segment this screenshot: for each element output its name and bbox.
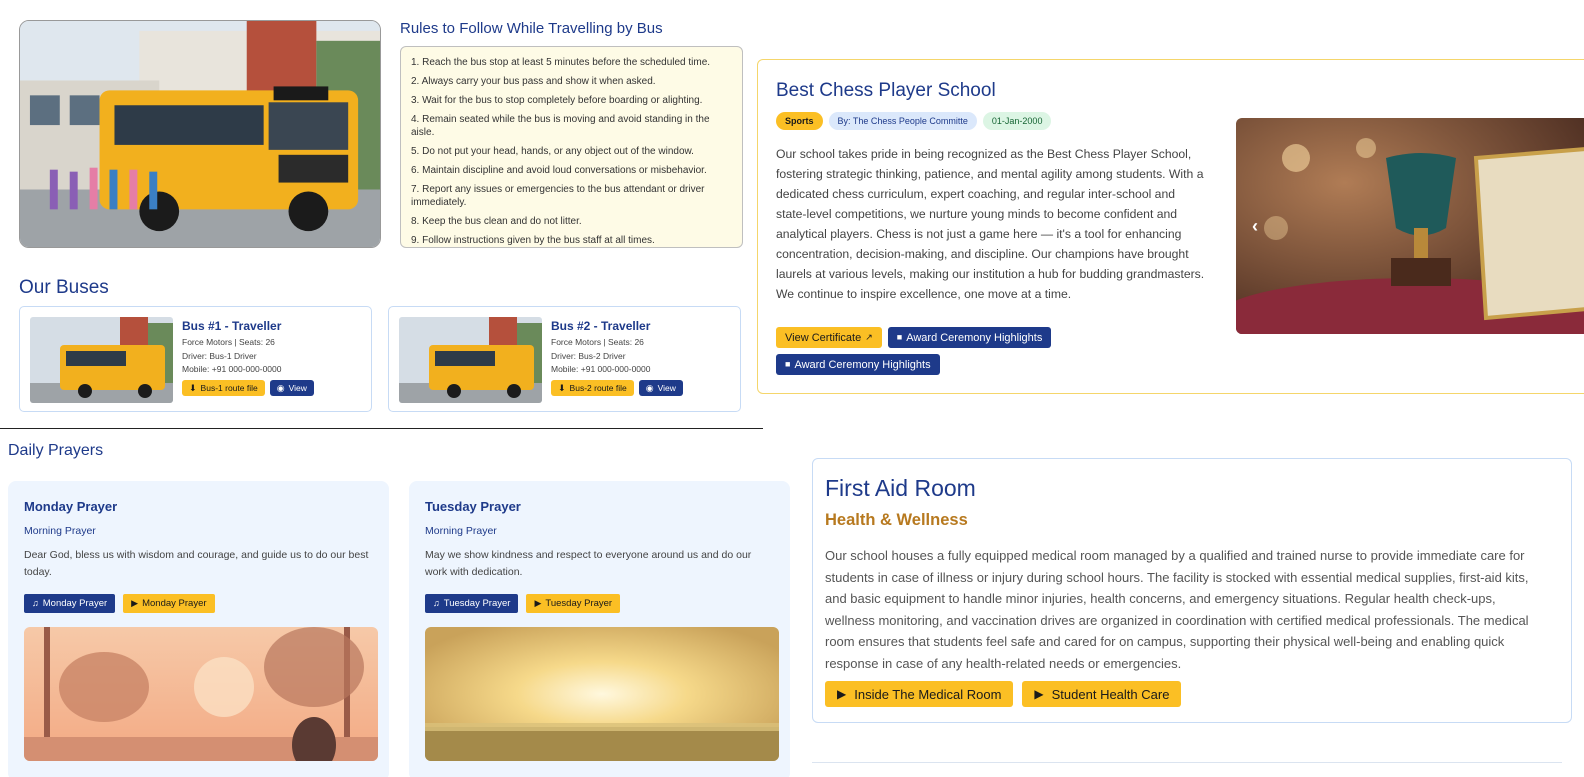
music-note-icon: ♫ — [32, 598, 39, 608]
prayer-audio-button[interactable]: ♫ Tuesday Prayer — [425, 594, 519, 613]
carousel-prev-icon[interactable]: ‹ — [1252, 216, 1258, 237]
first-aid-title: First Aid Room — [825, 475, 976, 501]
prayer-video-button[interactable]: ▶ Monday Prayer — [123, 594, 215, 613]
prayers-title: Daily Prayers — [8, 442, 104, 459]
video-camera-icon: ■ — [785, 359, 791, 369]
trophy-carousel[interactable]: ‹ — [1236, 118, 1584, 334]
prayer-audio-label: Tuesday Prayer — [443, 598, 511, 609]
rules-box: 1. Reach the bus stop at least 5 minutes… — [400, 46, 743, 248]
music-note-icon: ♫ — [433, 598, 440, 608]
category-badge: Sports — [776, 112, 823, 130]
medical-room-video-button[interactable]: ▶ Inside The Medical Room — [825, 681, 1014, 707]
view-certificate-label: View Certificate — [785, 331, 862, 344]
prayer-video-label: Tuesday Prayer — [545, 598, 613, 609]
download-icon: ⬇ — [558, 382, 566, 393]
view-label: View — [288, 383, 307, 393]
bus-mobile: Mobile: +91 000-000-0000 — [182, 364, 282, 374]
chess-description: Our school takes pride in being recogniz… — [776, 147, 1205, 301]
rule-item: 3. Wait for the bus to stop completely b… — [411, 95, 703, 106]
prayer-card-monday: Monday Prayer Morning Prayer Dear God, b… — [8, 481, 389, 777]
bus-name: Bus #2 - Traveller — [551, 319, 651, 333]
bus-driver: Driver: Bus-1 Driver — [182, 351, 257, 361]
prayer-title: Tuesday Prayer — [425, 499, 521, 514]
first-aid-subtitle: Health & Wellness — [825, 511, 968, 529]
video-camera-icon: ■ — [896, 332, 903, 342]
health-care-label: Student Health Care — [1051, 686, 1170, 702]
prayer-video-button[interactable]: ▶ Tuesday Prayer — [526, 594, 621, 613]
route-file-label: Bus-2 route file — [569, 383, 627, 393]
view-button[interactable]: ◉ View — [638, 380, 683, 396]
bus-thumbnail — [30, 317, 173, 403]
view-button[interactable]: ◉ View — [269, 380, 314, 396]
bus-driver: Driver: Bus-2 Driver — [551, 351, 626, 361]
chess-title: Best Chess Player School — [776, 80, 996, 101]
prayer-audio-label: Monday Prayer — [42, 598, 108, 609]
play-icon: ▶ — [1034, 687, 1044, 701]
rule-item: 2. Always carry your bus pass and show i… — [411, 76, 656, 87]
bottom-divider — [812, 762, 1562, 763]
download-icon: ⬇ — [189, 382, 197, 393]
section-divider — [0, 428, 763, 429]
route-file-label: Bus-1 route file — [200, 383, 258, 393]
school-bus-image — [19, 20, 381, 248]
play-icon: ▶ — [534, 598, 542, 608]
first-aid-description: Our school houses a fully equipped medic… — [825, 548, 1529, 671]
award-video-button-1[interactable]: ■ Award Ceremony Highlights — [887, 327, 1052, 348]
rule-item: 1. Reach the bus stop at least 5 minutes… — [411, 57, 711, 68]
external-link-icon: ↗ — [865, 332, 873, 342]
bus-info: Force Motors | Seats: 26 — [551, 337, 644, 347]
award-video-label: Award Ceremony Highlights — [906, 331, 1043, 344]
award-video-label: Award Ceremony Highlights — [794, 358, 931, 371]
award-video-button-2[interactable]: ■ Award Ceremony Highlights — [776, 354, 940, 375]
prayer-image — [24, 627, 378, 761]
bus-name: Bus #1 - Traveller — [182, 319, 282, 333]
rules-title: Rules to Follow While Travelling by Bus — [400, 20, 663, 37]
rule-item: 5. Do not put your head, hands, or any o… — [411, 146, 694, 157]
rule-item: 4. Remain seated while the bus is moving… — [411, 114, 710, 138]
prayer-audio-button[interactable]: ♫ Monday Prayer — [24, 594, 116, 613]
view-label: View — [657, 383, 676, 393]
bus-thumbnail — [399, 317, 542, 403]
bus-card-1: Bus #1 - Traveller Force Motors | Seats:… — [19, 306, 372, 412]
route-file-button[interactable]: ⬇ Bus-1 route file — [182, 380, 265, 396]
rule-item: 9. Follow instructions given by the bus … — [411, 235, 655, 246]
bus-mobile: Mobile: +91 000-000-0000 — [551, 364, 651, 374]
play-icon: ▶ — [837, 687, 847, 701]
bus-info: Force Motors | Seats: 26 — [182, 337, 275, 347]
prayer-subtitle: Morning Prayer — [24, 525, 96, 537]
prayer-subtitle: Morning Prayer — [425, 525, 497, 537]
rule-item: 8. Keep the bus clean and do not litter. — [411, 216, 582, 227]
medical-room-label: Inside The Medical Room — [854, 686, 1002, 702]
route-file-button[interactable]: ⬇ Bus-2 route file — [551, 380, 634, 396]
bus-card-2: Bus #2 - Traveller Force Motors | Seats:… — [388, 306, 741, 412]
play-icon: ▶ — [131, 598, 139, 608]
prayer-text: May we show kindness and respect to ever… — [425, 549, 752, 578]
chess-achievement-card: Best Chess Player School Sports By: The … — [757, 59, 1584, 394]
author-badge: By: The Chess People Committe — [828, 112, 977, 130]
buses-title: Our Buses — [19, 277, 109, 298]
eye-icon: ◉ — [276, 382, 285, 393]
view-certificate-button[interactable]: View Certificate ↗ — [776, 327, 882, 348]
prayer-title: Monday Prayer — [24, 499, 118, 514]
date-badge: 01-Jan-2000 — [982, 112, 1052, 130]
rule-item: 7. Report any issues or emergencies to t… — [411, 184, 705, 208]
prayer-video-label: Monday Prayer — [142, 598, 207, 609]
rules-list: 1. Reach the bus stop at least 5 minutes… — [411, 56, 732, 247]
prayer-card-tuesday: Tuesday Prayer Morning Prayer May we sho… — [409, 481, 790, 777]
rule-item: 6. Maintain discipline and avoid loud co… — [411, 165, 707, 176]
first-aid-card: First Aid Room Health & Wellness Our sch… — [812, 458, 1572, 723]
eye-icon: ◉ — [645, 382, 654, 393]
health-care-video-button[interactable]: ▶ Student Health Care — [1022, 681, 1182, 707]
prayer-text: Dear God, bless us with wisdom and coura… — [24, 549, 369, 578]
prayer-image — [425, 627, 779, 761]
